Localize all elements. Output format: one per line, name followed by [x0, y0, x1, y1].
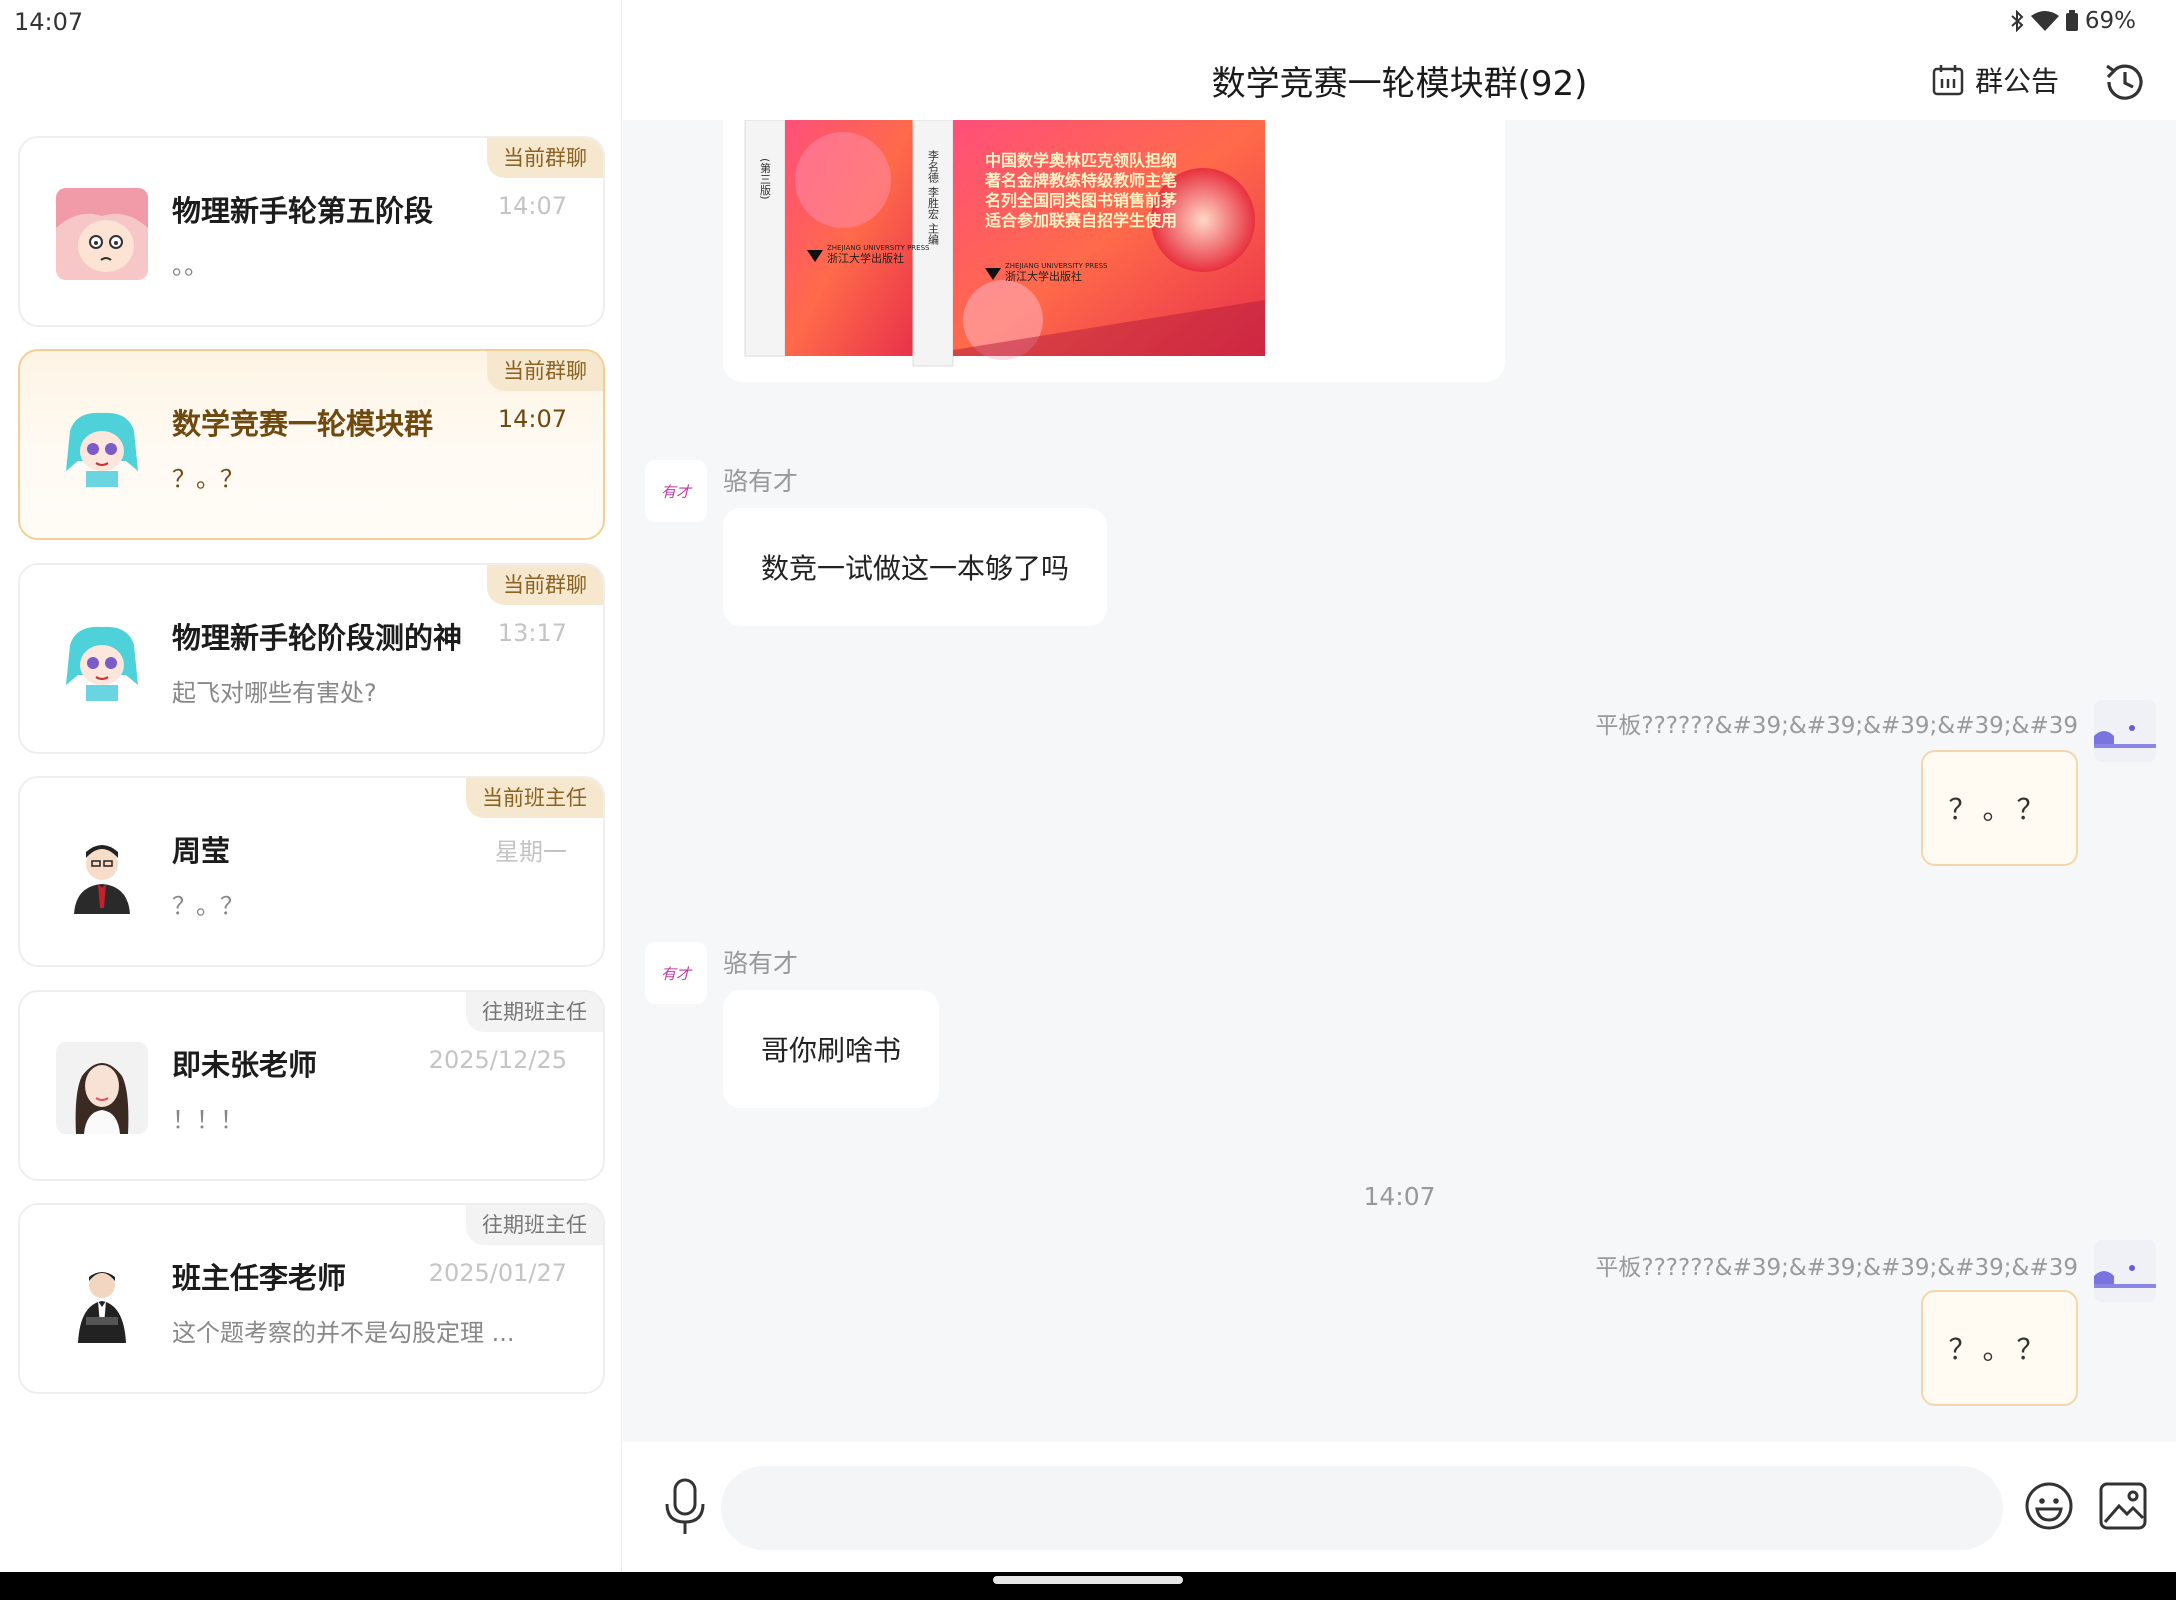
avatar	[56, 615, 148, 707]
conversation-item[interactable]: 当前群聊 物理新手轮阶段测的神 13:17 起飞对哪些有害处?	[18, 563, 605, 754]
wifi-icon	[2030, 11, 2059, 31]
avatar-text: 有才	[660, 964, 691, 983]
svg-text:著名金牌教练特级教师主笔: 著名金牌教练特级教师主笔	[984, 171, 1177, 190]
microphone-icon[interactable]	[659, 1478, 711, 1536]
chat-panel: 69% 数学竞赛一轮模块群(92) 群公告 (第三版) 李名德 李胜宏 主编 中…	[623, 0, 2176, 1572]
message-bubble[interactable]: 哥你刷啥书	[723, 990, 940, 1108]
conversation-preview: ？。？	[172, 892, 244, 920]
conversation-time: 2025/01/27	[428, 1259, 567, 1287]
avatar	[56, 1042, 148, 1134]
svg-text:ZHEJIANG UNIVERSITY PRESS: ZHEJIANG UNIVERSITY PRESS	[1005, 262, 1108, 270]
conversation-item[interactable]: 当前班主任 周莹 星期一 ？。？	[18, 776, 605, 967]
group-notice-label: 群公告	[1975, 65, 2060, 98]
conversation-preview: ？。？	[172, 465, 244, 493]
conversation-tag: 当前群聊	[487, 138, 603, 178]
sender-name: 骆有才	[723, 949, 799, 978]
conversation-item[interactable]: 往期班主任 班主任李老师 2025/01/27 这个题考察的并不是勾股定理 ..…	[18, 1203, 605, 1394]
avatar	[56, 1255, 148, 1347]
image-message[interactable]: (第三版) 李名德 李胜宏 主编 中国数学奥林匹克领队担纲 著名金牌教练特级教师…	[723, 120, 1505, 382]
conversation-name: 周莹	[172, 834, 231, 868]
emoji-icon[interactable]	[2023, 1480, 2075, 1532]
status-icons: 69%	[2009, 8, 2136, 34]
svg-text:适合参加联赛自招学生使用: 适合参加联赛自招学生使用	[985, 211, 1177, 230]
group-notice-button[interactable]: 群公告	[1931, 60, 2059, 100]
conversation-tag: 当前班主任	[466, 778, 603, 818]
conversation-time: 14:07	[497, 405, 567, 433]
status-time: 14:07	[14, 8, 84, 36]
home-indicator[interactable]	[993, 1576, 1183, 1584]
svg-text:(第三版): (第三版)	[759, 158, 772, 200]
svg-text:李名德 李胜宏 主编: 李名德 李胜宏 主编	[927, 149, 940, 245]
conversation-name: 物理新手轮阶段测的神	[172, 621, 463, 655]
my-avatar[interactable]	[2094, 1240, 2156, 1302]
conversation-preview: 。。	[172, 252, 208, 280]
conversation-name: 物理新手轮第五阶段	[172, 194, 434, 228]
svg-text:中国数学奥林匹克领队担纲: 中国数学奥林匹克领队担纲	[985, 151, 1177, 170]
svg-text:浙江大学出版社: 浙江大学出版社	[827, 251, 904, 265]
avatar	[56, 828, 148, 920]
battery-level: 69%	[2084, 8, 2136, 34]
time-separator: 14:07	[1363, 1182, 1436, 1211]
calendar-icon	[1932, 65, 1964, 96]
conversation-time: 星期一	[495, 838, 567, 866]
sender-avatar[interactable]: 有才	[645, 460, 707, 522]
conversation-tag: 往期班主任	[466, 992, 603, 1032]
conversation-name: 班主任李老师	[172, 1261, 347, 1295]
message-input[interactable]	[721, 1466, 2003, 1550]
message-input-bar	[623, 1442, 2176, 1572]
battery-icon	[2065, 10, 2078, 31]
avatar-text: 有才	[660, 482, 691, 501]
avatar	[56, 401, 148, 493]
message-bubble[interactable]: 数竞一试做这一本够了吗	[723, 508, 1108, 626]
conversation-name: 数学竞赛一轮模块群	[172, 407, 434, 441]
conversation-item[interactable]: 当前群聊 物理新手轮第五阶段 14:07 。。	[18, 136, 605, 327]
my-message-bubble[interactable]: ？。？	[1921, 750, 2078, 866]
svg-text:名列全国同类图书销售前茅: 名列全国同类图书销售前茅	[985, 191, 1177, 210]
conversation-time: 14:07	[497, 192, 567, 220]
svg-text:ZHEJIANG UNIVERSITY PRESS: ZHEJIANG UNIVERSITY PRESS	[827, 244, 930, 252]
avatar	[56, 188, 148, 280]
my-avatar[interactable]	[2094, 700, 2156, 762]
conversation-tag: 当前群聊	[487, 351, 603, 391]
sender-avatar[interactable]: 有才	[645, 942, 707, 1004]
conversation-preview: ！！！	[172, 1106, 244, 1134]
my-message-bubble[interactable]: ？。？	[1921, 1290, 2078, 1406]
conversation-tag: 往期班主任	[466, 1205, 603, 1245]
chat-header: 69% 数学竞赛一轮模块群(92) 群公告	[623, 0, 2176, 120]
conversation-preview: 起飞对哪些有害处?	[172, 679, 377, 707]
my-name: 平板??????&#39;&#39;&#39;&#39;&#39	[1595, 713, 2078, 739]
conversation-preview: 这个题考察的并不是勾股定理 ...	[172, 1319, 515, 1347]
conversation-time: 13:17	[497, 619, 567, 647]
conversation-list-panel: 14:07 当前群聊 物理新手轮第五阶段 14:07 。。 当前群聊 数学竞赛一…	[0, 0, 622, 1572]
conversation-tag: 当前群聊	[487, 565, 603, 605]
svg-text:浙江大学出版社: 浙江大学出版社	[1005, 269, 1082, 283]
my-name: 平板??????&#39;&#39;&#39;&#39;&#39	[1595, 1255, 2078, 1281]
book-cover-text: 中国数学奥林匹克领队担纲 著名金牌教练特级教师主笔 名列全国同类图书销售前茅 适…	[984, 151, 1177, 230]
image-icon[interactable]	[2097, 1480, 2149, 1532]
history-icon[interactable]	[2101, 58, 2149, 106]
conversation-name: 即未张老师	[172, 1048, 318, 1082]
conversation-item[interactable]: 往期班主任 即未张老师 2025/12/25 ！！！	[18, 990, 605, 1181]
sender-name: 骆有才	[723, 467, 799, 496]
conversation-time: 2025/12/25	[428, 1046, 567, 1074]
conversation-item-active[interactable]: 当前群聊 数学竞赛一轮模块群 14:07 ？。？	[18, 349, 605, 540]
bluetooth-icon	[2011, 10, 2024, 32]
